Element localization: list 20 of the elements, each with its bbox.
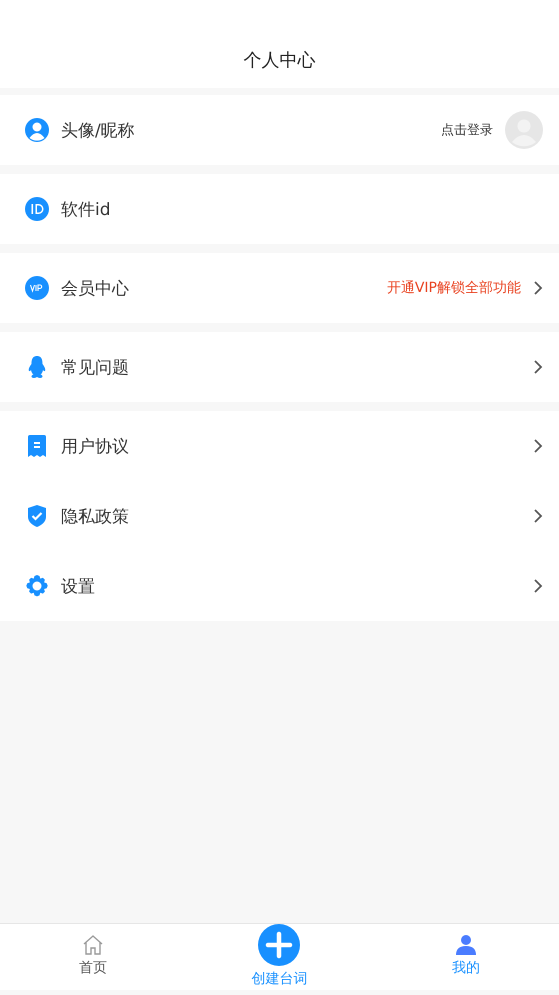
user-icon (25, 118, 49, 142)
menu-item[interactable]: 头像/昵称 (61, 118, 429, 142)
menu-item[interactable]: 会员中心 (61, 276, 375, 300)
vip-icon (25, 276, 49, 300)
menu-item[interactable]: 设置 (61, 574, 521, 598)
avatar-placeholder[interactable] (505, 111, 543, 149)
document-icon (27, 434, 47, 458)
settings-icon (25, 574, 49, 598)
menu-item[interactable]: 常见问题 (61, 356, 521, 378)
login-link[interactable]: 点击登录 (441, 121, 493, 139)
home-icon (82, 934, 104, 956)
menu-item[interactable]: 软件id (61, 198, 543, 220)
promo-text[interactable]: 开通VIP解锁全部功能 (386, 279, 521, 297)
menu-item[interactable]: 隐私政策 (61, 504, 521, 528)
id-icon (25, 197, 49, 221)
shield-check-icon (27, 504, 47, 528)
menu-item[interactable]: 用户协议 (61, 434, 521, 458)
tab-item[interactable]: 首页 (0, 924, 186, 990)
person-icon (454, 934, 477, 956)
page-title: 个人中心 (244, 49, 316, 72)
